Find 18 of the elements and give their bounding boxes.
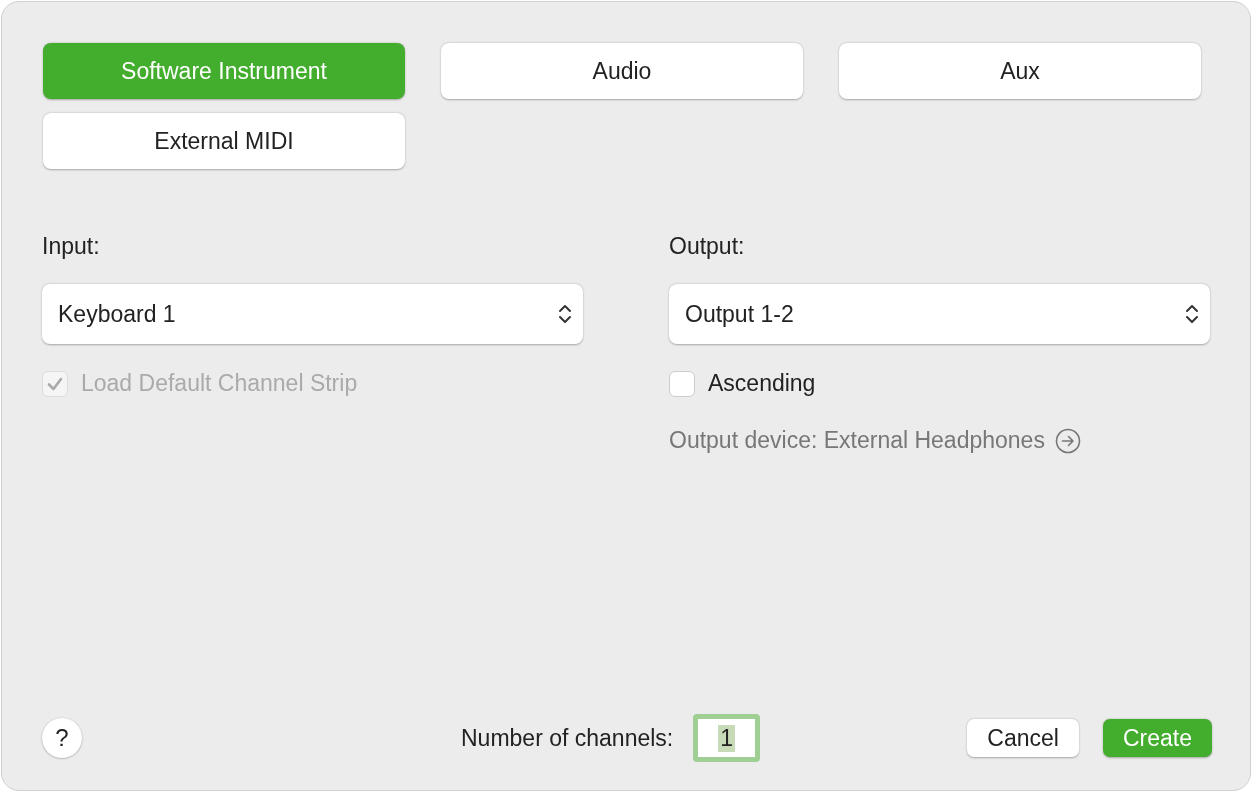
checkbox-label: Load Default Channel Strip — [81, 370, 358, 397]
checkbox-label: Ascending — [708, 370, 816, 397]
track-type-button[interactable]: Aux — [839, 43, 1201, 99]
popup-menu[interactable]: Output 1-2 — [669, 284, 1210, 344]
channels-label: Number of channels: — [461, 724, 674, 752]
arrow-circle-icon[interactable] — [1054, 427, 1081, 454]
up-down-chevron-icon — [557, 302, 573, 326]
up-down-chevron-icon — [1184, 302, 1200, 326]
checkbox[interactable] — [669, 370, 695, 397]
field-label: Output: — [669, 233, 746, 260]
cancel-button[interactable]: Cancel — [967, 719, 1079, 757]
output-device-text: Output device: External Headphones — [669, 427, 1045, 454]
channels-field[interactable]: 1 — [693, 714, 761, 762]
help-button[interactable]: ? — [42, 718, 82, 758]
track-type-button[interactable]: External MIDI — [43, 113, 405, 169]
popup-menu[interactable]: Keyboard 1 — [42, 284, 583, 344]
field-label: Input: — [42, 233, 101, 260]
track-type-button[interactable]: Audio — [441, 43, 803, 99]
